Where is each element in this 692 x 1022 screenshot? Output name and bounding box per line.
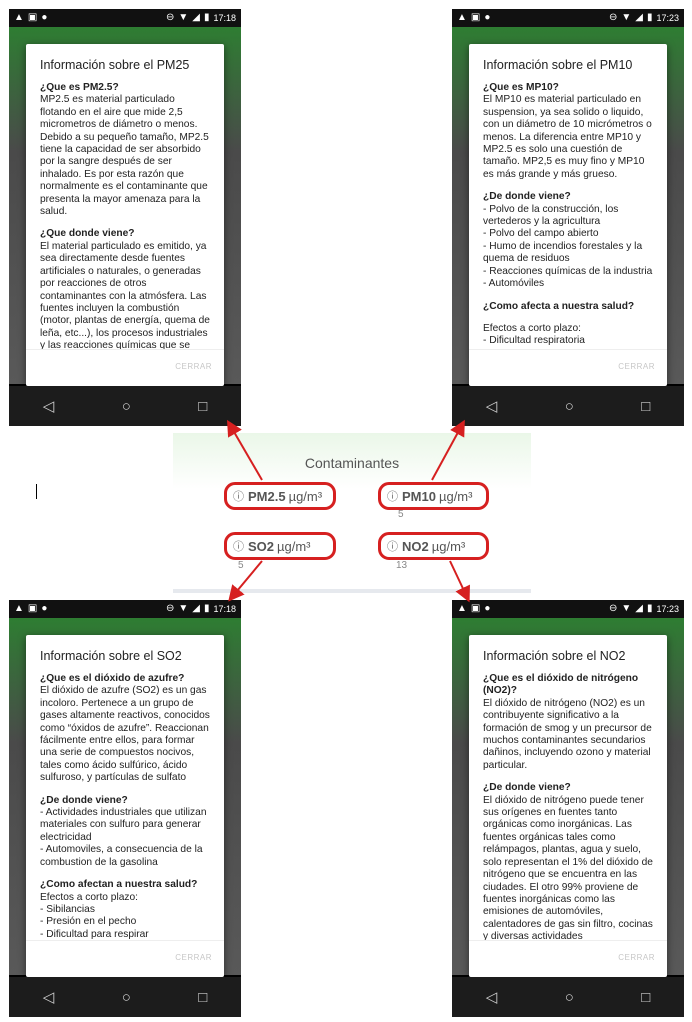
arrow-so2 (228, 560, 263, 602)
arrow-pm10 (431, 419, 465, 481)
arrow-pm25 (226, 419, 263, 481)
arrow-no2 (449, 560, 470, 603)
annotation-arrows (226, 419, 470, 603)
